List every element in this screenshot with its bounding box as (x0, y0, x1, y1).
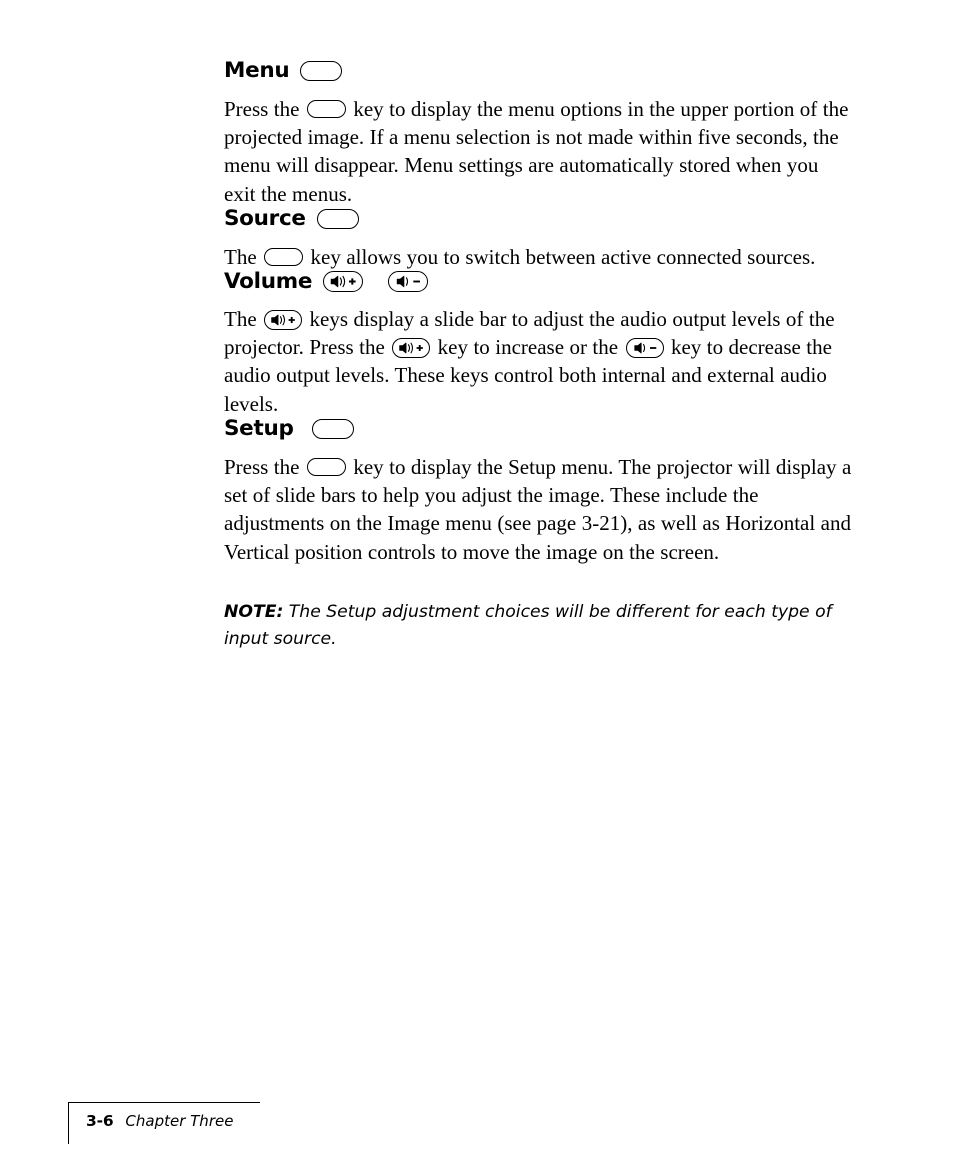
paragraph-volume: The keys display a slide bar to adjust t… (224, 305, 853, 419)
heading-setup: Setup (224, 418, 853, 440)
paragraph-menu: Press the key to display the menu option… (224, 95, 853, 209)
footer-page-number: 3-6 (86, 1112, 114, 1130)
section-volume: Volume The keys display a slide bar to a… (224, 271, 853, 418)
key-pill-icon (300, 60, 343, 81)
key-pill-icon (306, 99, 346, 118)
key-pill-icon (306, 457, 346, 476)
document-page: Menu Press the key to display the menu o… (0, 0, 954, 1159)
paragraph-source-text-1: The (224, 244, 263, 269)
note-text: The Setup adjustment choices will be dif… (224, 602, 832, 650)
page-content: Menu Press the key to display the menu o… (224, 60, 853, 653)
page-footer: 3-6 Chapter Three (68, 1102, 260, 1148)
key-pill-icon (264, 247, 304, 266)
volume-up-key-icon (392, 337, 431, 358)
paragraph-volume-text-3: key to increase or the (432, 334, 624, 359)
paragraph-menu-text-1: Press the (224, 96, 305, 121)
section-setup: Setup Press the key to display the Setup… (224, 418, 853, 566)
volume-down-key-icon (388, 271, 429, 293)
paragraph-setup: Press the key to display the Setup menu.… (224, 453, 853, 567)
volume-down-key-icon (625, 337, 664, 358)
key-pill-icon (311, 418, 354, 439)
footer-content: 3-6 Chapter Three (86, 1112, 233, 1130)
note-paragraph: NOTE: The Setup adjustment choices will … (224, 599, 853, 653)
heading-menu: Menu (224, 60, 853, 82)
paragraph-setup-text-1: Press the (224, 454, 305, 479)
heading-source-label: Source (224, 206, 306, 232)
heading-volume: Volume (224, 271, 853, 293)
volume-up-key-icon (264, 309, 303, 330)
heading-source: Source (224, 208, 853, 230)
footer-rule-horizontal (68, 1102, 260, 1103)
note-block: NOTE: The Setup adjustment choices will … (224, 599, 853, 653)
heading-setup-label: Setup (224, 416, 294, 442)
volume-up-key-icon (323, 271, 364, 293)
paragraph-source-text-2: key allows you to switch between active … (305, 244, 816, 269)
paragraph-source: The key allows you to switch between act… (224, 243, 853, 271)
key-pill-icon (316, 208, 359, 229)
footer-rule-vertical (68, 1102, 69, 1144)
paragraph-volume-text-1: The (224, 306, 263, 331)
heading-menu-label: Menu (224, 58, 290, 83)
heading-volume-label: Volume (224, 269, 313, 295)
section-menu: Menu Press the key to display the menu o… (224, 60, 853, 208)
footer-chapter-label: Chapter Three (125, 1112, 234, 1130)
section-source: Source The key allows you to switch betw… (224, 208, 853, 271)
note-label: NOTE: (224, 602, 284, 623)
